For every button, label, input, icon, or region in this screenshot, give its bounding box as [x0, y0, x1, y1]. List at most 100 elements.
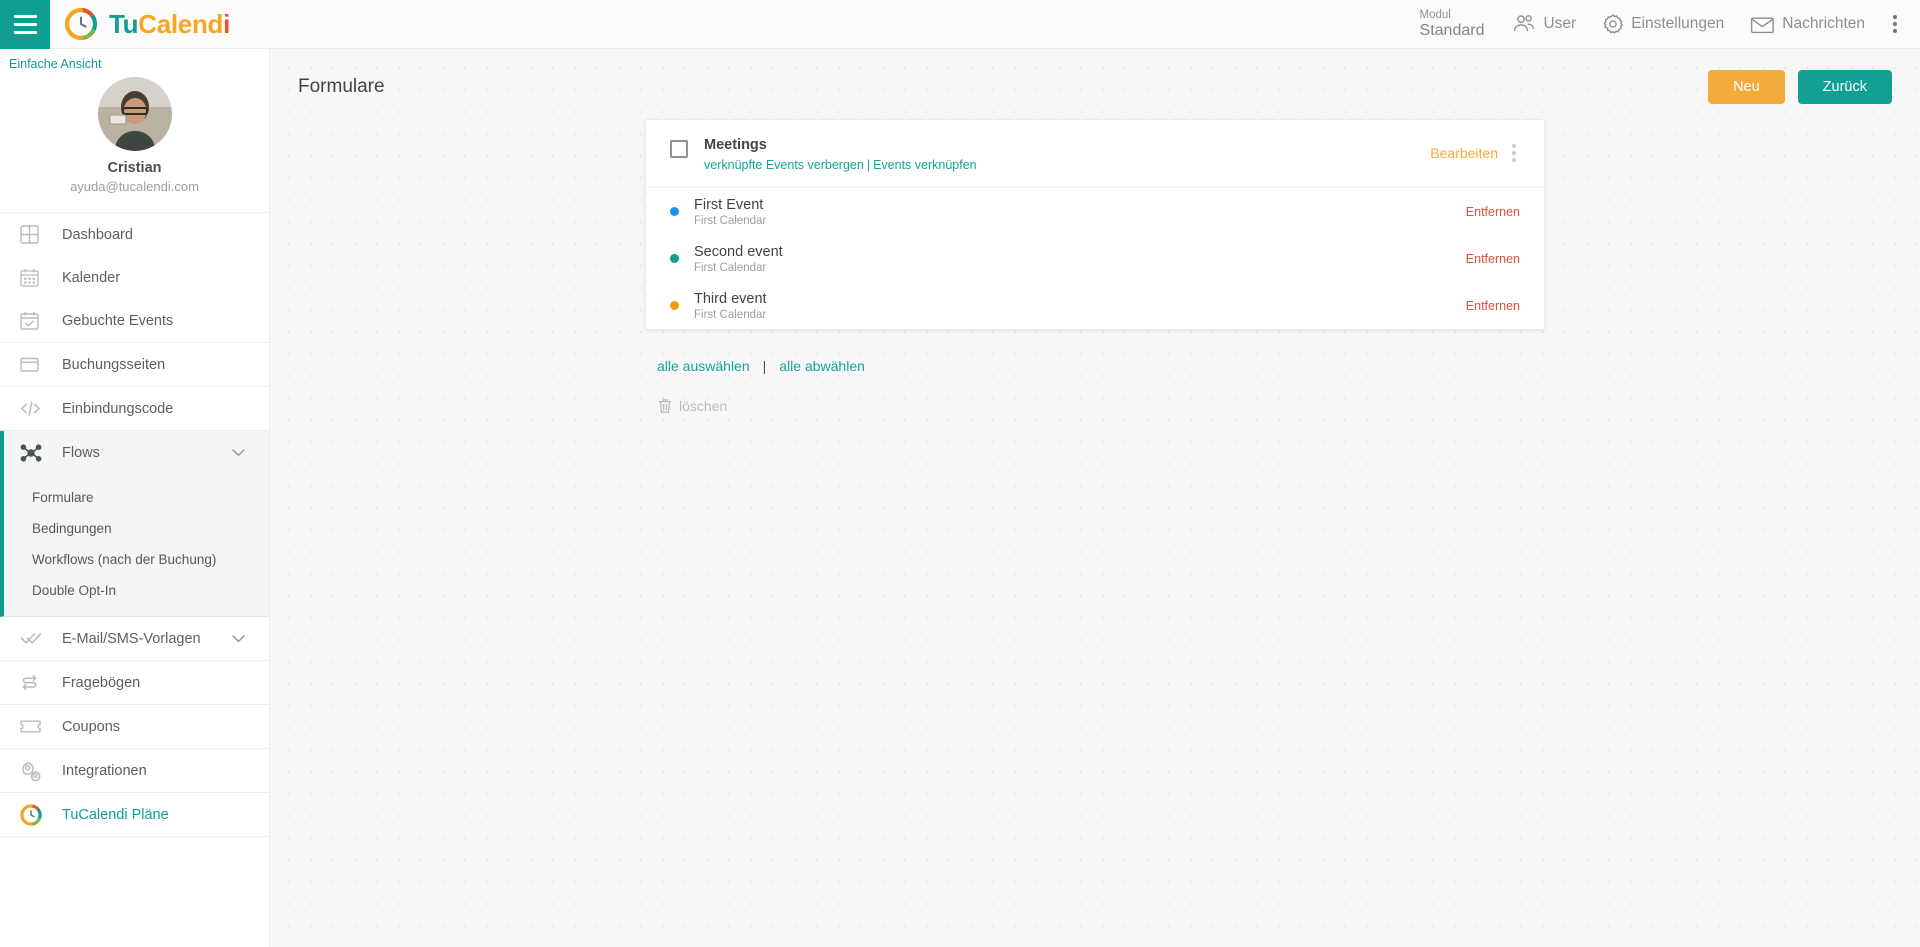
- sidebar-label-frageboegen: Fragebögen: [62, 674, 141, 691]
- brand-part-i: i: [223, 8, 231, 39]
- event-title: Second event: [694, 244, 783, 261]
- sidebar-label-kalender: Kalender: [62, 269, 121, 286]
- link-events-link[interactable]: Events verknüpfen: [873, 158, 977, 172]
- users-icon: [1511, 14, 1536, 34]
- event-calendar: First Calendar: [694, 215, 767, 228]
- topnav-item-user[interactable]: User: [1498, 0, 1589, 49]
- main-content: Formulare Neu Zurück Meetings verknüpfte…: [270, 49, 1920, 947]
- sidebar-item-kalender[interactable]: Kalender: [0, 256, 269, 299]
- form-card-title-block: Meetings verknüpfte Events verbergen | Eve…: [704, 137, 977, 172]
- envelope-icon: [1750, 15, 1775, 34]
- event-row: First Event First Calendar Entfernen: [646, 188, 1544, 235]
- back-button[interactable]: Zurück: [1797, 70, 1892, 104]
- sidebar-item-tucalendi-plaene[interactable]: TuCalendi Pläne: [0, 793, 269, 836]
- nav-group-coupons: Coupons: [0, 705, 269, 749]
- page-title: Formulare: [298, 76, 385, 97]
- tucalendi-logo-icon: [20, 803, 50, 826]
- sidebar-subitem-workflows[interactable]: Workflows (nach der Buchung): [4, 544, 269, 575]
- sidebar: Einfache Ansicht Cristian ayuda@tucalend: [0, 49, 270, 947]
- event-info: Third event First Calendar: [694, 290, 767, 321]
- profile-name: Cristian: [107, 160, 162, 176]
- event-row: Third event First Calendar Entfernen: [646, 282, 1544, 329]
- topnav-item-einstellungen[interactable]: Einstellungen: [1589, 0, 1737, 49]
- nav-group-primary: Dashboard Kalender Gebuchte Events: [0, 213, 269, 343]
- sidebar-item-einbindungscode[interactable]: Einbindungscode: [0, 387, 269, 430]
- dot: [1893, 29, 1897, 33]
- tucalendi-logo-icon: [64, 7, 98, 41]
- brand-title: TuCalendi: [109, 9, 230, 40]
- sidebar-label-flows: Flows: [62, 444, 100, 461]
- event-title: First Event: [694, 197, 764, 213]
- content-wrapper: Meetings verknüpfte Events verbergen | Eve…: [270, 113, 1920, 414]
- event-calendar: First Calendar: [694, 309, 767, 322]
- new-button[interactable]: Neu: [1708, 70, 1785, 104]
- form-select-checkbox[interactable]: [670, 140, 688, 158]
- avatar[interactable]: [97, 77, 172, 151]
- sidebar-label-gebuchte-events: Gebuchte Events: [62, 312, 174, 329]
- sidebar-item-gebuchte-events[interactable]: Gebuchte Events: [0, 299, 269, 342]
- dot: [1512, 158, 1516, 162]
- top-bar: TuCalendi Modul Standard User Einstellun…: [0, 0, 1920, 49]
- double-check-icon: [20, 630, 50, 647]
- form-name: Meetings: [704, 137, 767, 153]
- dot: [1512, 144, 1516, 148]
- sidebar-subitem-formulare[interactable]: Formulare: [4, 482, 269, 513]
- gears-icon: [20, 761, 50, 781]
- topnav-label-user: User: [1543, 15, 1577, 32]
- dashboard-grid-icon: [20, 225, 50, 244]
- sidebar-subitem-bedingungen[interactable]: Bedingungen: [4, 513, 269, 544]
- remove-event-link[interactable]: Entfernen: [1466, 299, 1520, 313]
- form-card-actions: Bearbeiten: [1430, 137, 1526, 165]
- deselect-all-link[interactable]: alle abwählen: [779, 358, 865, 374]
- hide-linked-events-link[interactable]: verknüpfte Events verbergen: [704, 158, 864, 172]
- simple-view-link[interactable]: Einfache Ansicht: [0, 49, 269, 71]
- vertical-dots-icon[interactable]: [1502, 141, 1526, 165]
- remove-event-link[interactable]: Entfernen: [1466, 252, 1520, 266]
- select-all-link[interactable]: alle auswählen: [657, 358, 750, 374]
- sidebar-item-integrationen[interactable]: Integrationen: [0, 749, 269, 792]
- modul-indicator: Modul Standard: [1406, 9, 1499, 39]
- brand-logo-link[interactable]: TuCalendi: [64, 7, 230, 41]
- brand-part-tu: Tu: [109, 8, 139, 39]
- hamburger-icon[interactable]: [0, 0, 50, 49]
- sidebar-subitem-double-opt-in[interactable]: Double Opt-In: [4, 575, 269, 606]
- ticket-icon: [20, 719, 50, 734]
- gear-icon: [1602, 13, 1624, 35]
- delete-action[interactable]: löschen: [645, 374, 1545, 414]
- nav-group-einbindungscode: Einbindungscode: [0, 387, 269, 431]
- survey-icon: [20, 673, 50, 692]
- modul-label: Modul: [1419, 9, 1451, 22]
- remove-event-link[interactable]: Entfernen: [1466, 205, 1520, 219]
- calendar-icon: [20, 268, 50, 287]
- topnav-label-nachrichten: Nachrichten: [1782, 15, 1865, 32]
- modul-value: Standard: [1419, 21, 1485, 39]
- profile-email: ayuda@tucalendi.com: [70, 179, 199, 194]
- sidebar-item-email-sms-vorlagen[interactable]: E-Mail/SMS-Vorlagen: [0, 617, 269, 660]
- dot: [1512, 151, 1516, 155]
- form-card: Meetings verknüpfte Events verbergen | Eve…: [645, 119, 1545, 331]
- sidebar-item-dashboard[interactable]: Dashboard: [0, 213, 269, 256]
- top-bar-actions: Modul Standard User Einstellungen Nachri…: [1406, 0, 1920, 49]
- flows-submenu: Formulare Bedingungen Workflows (nach de…: [4, 474, 269, 616]
- main-header: Formulare Neu Zurück: [270, 61, 1920, 113]
- trash-icon: [658, 398, 672, 414]
- form-links: verknüpfte Events verbergen | Events verkn…: [704, 158, 977, 172]
- dot: [1893, 22, 1897, 26]
- sidebar-item-coupons[interactable]: Coupons: [0, 705, 269, 748]
- chevron-down-icon[interactable]: [232, 631, 245, 647]
- nav-group-buchungsseiten: Buchungsseiten: [0, 343, 269, 387]
- hamburger-bar: [13, 14, 37, 18]
- sidebar-label-coupons: Coupons: [62, 718, 121, 735]
- topnav-item-nachrichten[interactable]: Nachrichten: [1737, 0, 1878, 49]
- vertical-dots-icon[interactable]: [1878, 0, 1912, 49]
- nav-group-vorlagen: E-Mail/SMS-Vorlagen: [0, 617, 269, 661]
- nav-group-flows: Flows Formulare Bedingungen Workflows (n…: [0, 431, 269, 617]
- edit-link[interactable]: Bearbeiten: [1430, 145, 1498, 161]
- sidebar-label-tucalendi-plaene: TuCalendi Pläne: [62, 806, 169, 823]
- sidebar-item-flows[interactable]: Flows: [4, 431, 269, 474]
- sidebar-item-frageboegen[interactable]: Fragebögen: [0, 661, 269, 704]
- sidebar-item-buchungsseiten[interactable]: Buchungsseiten: [0, 343, 269, 386]
- event-info: First Event First Calendar: [694, 196, 766, 227]
- flows-icon: [20, 443, 50, 463]
- chevron-down-icon[interactable]: [232, 445, 245, 461]
